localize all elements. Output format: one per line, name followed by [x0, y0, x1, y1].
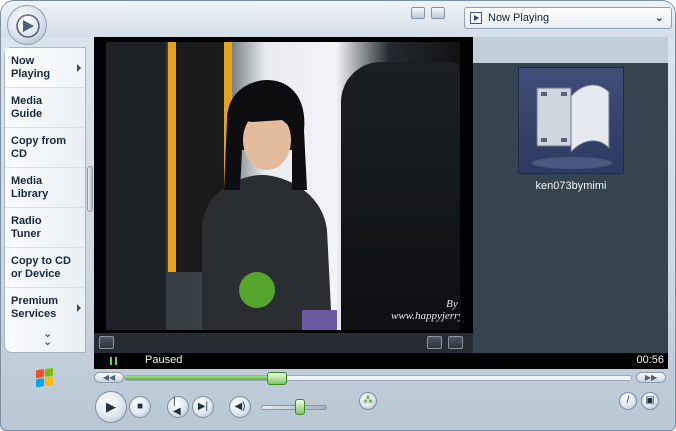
mini-player-icon: ▣ — [645, 395, 655, 406]
taskbar-item-media-library[interactable]: Media Library — [5, 168, 85, 208]
media-player-logo-icon[interactable] — [7, 5, 47, 45]
now-playing-icon — [470, 12, 482, 24]
seek-progress-fill — [125, 376, 277, 380]
skin-mode-button[interactable]: / — [619, 392, 637, 410]
volume-slider-thumb[interactable] — [295, 399, 306, 415]
chevron-right-icon — [77, 64, 81, 72]
next-icon: ▶| — [197, 401, 209, 412]
now-playing-list: ken073bymimi — [473, 37, 668, 353]
double-chevron-down-icon[interactable]: ⌄ ⌄ — [43, 329, 52, 348]
taskbar-item-label: Library — [11, 188, 49, 200]
video-credit: By Mimi www.happyjerry.com — [391, 298, 460, 322]
mute-button[interactable]: ◀) — [229, 396, 251, 418]
top-bar: Now Playing ⌄ — [1, 1, 675, 45]
full-mode-icon[interactable] — [99, 336, 114, 349]
taskbar-item-label: Tuner — [11, 228, 41, 240]
taskbar-item-label: Media — [11, 175, 43, 187]
taskbar-item-premium-services[interactable]: Premium Services — [5, 288, 85, 328]
seek-slider-thumb[interactable] — [266, 372, 287, 385]
window-controls — [411, 7, 448, 22]
player-window: Now Playing ⌄ Now Playing Media Guide Co… — [0, 0, 676, 431]
taskbar-item-label: Radio — [11, 215, 42, 227]
minimize-button[interactable] — [411, 7, 425, 19]
fit-video-icon[interactable] — [427, 336, 442, 349]
taskbar-item-label: Guide — [11, 108, 43, 120]
rewind-icon[interactable]: ◀◀ — [94, 372, 124, 383]
seek-track[interactable] — [124, 372, 632, 385]
chevron-down-icon: ⌄ — [654, 12, 664, 24]
taskbar-item-label: Copy from — [11, 135, 66, 147]
seek-bar: ◀◀ ▶▶ — [94, 371, 668, 385]
stop-button[interactable]: ■ — [129, 396, 151, 418]
status-bar: Paused 00:56 — [94, 353, 668, 369]
skin-mode-icon: / — [626, 395, 630, 406]
taskbar-item-media-guide[interactable]: Media Guide — [5, 88, 85, 128]
taskbar-item-label: Services — [11, 308, 57, 320]
now-playing-item-name[interactable]: ken073bymimi — [493, 180, 649, 192]
speaker-icon: ◀) — [234, 401, 246, 412]
shuffle-icon: ⁂ — [363, 395, 373, 406]
chevron-right-icon — [77, 304, 81, 312]
film-strip-icon[interactable] — [518, 67, 624, 174]
next-button[interactable]: ▶| — [192, 396, 214, 418]
taskbar-item-label: CD — [11, 148, 27, 160]
taskbar-item-radio-tuner[interactable]: Radio Tuner — [5, 208, 85, 248]
taskbar-item-copy-from-cd[interactable]: Copy from CD — [5, 128, 85, 168]
stop-icon: ■ — [136, 401, 144, 412]
video-scene-coat — [341, 62, 460, 330]
panel-header — [473, 37, 668, 63]
video-display[interactable]: By Mimi www.happyjerry.com — [106, 42, 460, 330]
play-button[interactable]: ▶ — [95, 391, 127, 423]
video-scene-left — [106, 42, 166, 330]
taskbar-item-copy-to-cd[interactable]: Copy to CD or Device — [5, 248, 85, 288]
previous-icon: |◀ — [173, 396, 181, 417]
status-text: Paused — [145, 354, 183, 366]
pause-indicator-icon — [110, 357, 117, 365]
taskbar-item-now-playing[interactable]: Now Playing — [5, 48, 85, 88]
windows-flag-icon — [36, 367, 54, 389]
shuffle-button[interactable]: ⁂ — [359, 392, 377, 410]
elapsed-time: 00:56 — [636, 354, 664, 366]
video-credit-line: By Mimi — [446, 298, 460, 310]
taskbar: Now Playing Media Guide Copy from CD Med… — [4, 47, 86, 353]
video-scene-person — [202, 80, 337, 330]
video-credit-line: www.happyjerry.com — [391, 310, 460, 322]
fast-forward-icon[interactable]: ▶▶ — [636, 372, 666, 383]
transport-controls: ▶ ■ |◀ ▶| ◀) ⁂ / ▣ — [89, 387, 669, 427]
fullscreen-icon[interactable] — [448, 336, 463, 349]
playlist-selected-label: Now Playing — [488, 12, 550, 24]
volume-slider[interactable] — [261, 399, 327, 415]
taskbar-item-label: Playing — [11, 68, 51, 80]
previous-button[interactable]: |◀ — [167, 396, 189, 418]
play-icon: ▶ — [106, 399, 116, 414]
maximize-button[interactable] — [431, 7, 446, 19]
taskbar-item-label: Media — [11, 95, 43, 107]
video-control-bar — [94, 333, 473, 353]
mini-player-button[interactable]: ▣ — [641, 392, 659, 410]
playlist-dropdown[interactable]: Now Playing ⌄ — [464, 7, 672, 29]
video-frame: By Mimi www.happyjerry.com — [94, 37, 473, 353]
taskbar-item-label: Now — [11, 55, 35, 67]
taskbar-item-label: Premium — [11, 295, 59, 307]
taskbar-item-label: or Device — [11, 268, 61, 280]
taskbar-item-label: Copy to CD — [11, 255, 71, 267]
taskbar-toggle-handle[interactable] — [87, 166, 93, 212]
